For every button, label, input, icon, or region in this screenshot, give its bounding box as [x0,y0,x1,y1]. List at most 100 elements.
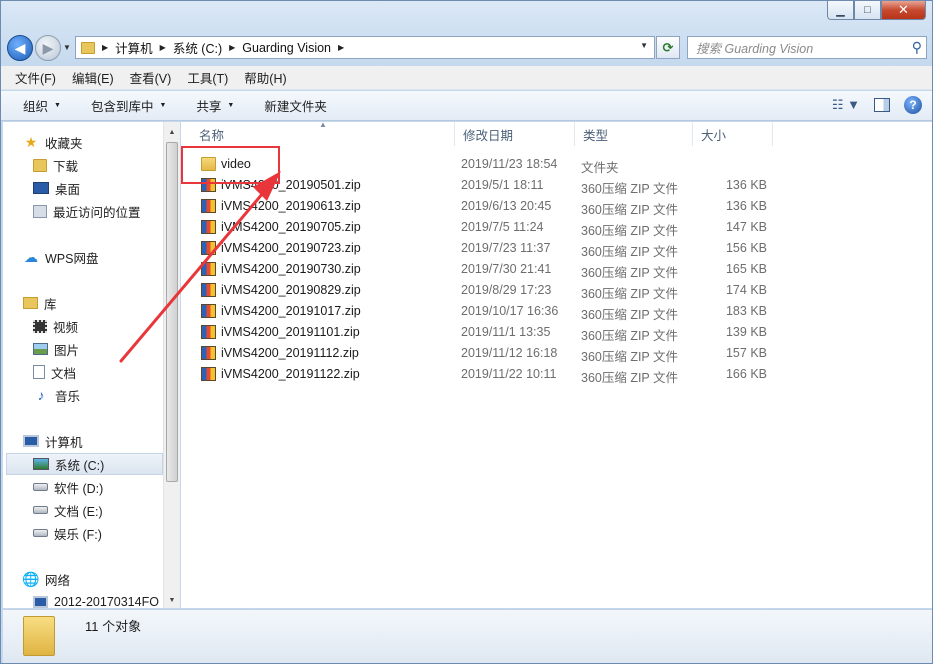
nav-network[interactable]: 🌐 网络 [22,568,71,590]
breadcrumb-chevron-icon[interactable]: ▶ [102,43,108,52]
file-date: 2019/6/13 20:45 [461,199,552,213]
breadcrumb-drive-c[interactable]: 系统 (C:) [173,38,222,57]
breadcrumb: ▶ 计算机 ▶ 系统 (C:) ▶ Guarding Vision ▶ [95,38,351,57]
music-note-icon: ♪ [37,387,45,403]
nav-pictures[interactable]: 图片 [33,338,79,360]
file-type: 360压缩 ZIP 文件 [581,245,679,259]
file-row[interactable]: iVMS4200_20190613.zip 2019/6/13 20:45 360压… [181,196,781,217]
nav-drive-c-label: 系统 (C:) [55,458,105,473]
organize-button[interactable]: 组织 ▼ [23,96,61,115]
navigation-row: ◀ ▶ ▼ ▶ 计算机 ▶ 系统 (C:) ▶ Guarding Vision … [1,31,932,65]
annotation-highlight-box [181,146,280,184]
menu-bar: 文件(F) 编辑(E) 查看(V) 工具(T) 帮助(H) [1,66,932,90]
file-date: 2019/10/17 16:36 [461,304,559,318]
cloud-icon: ☁ [24,248,38,265]
nav-favorites[interactable]: ★ 收藏夹 [23,131,83,153]
file-row[interactable]: iVMS4200_20191017.zip 2019/10/17 16:36 360… [181,301,781,322]
menu-help[interactable]: 帮助(H) [236,68,294,87]
nav-wps-drive[interactable]: ☁ WPS网盘 [23,246,98,268]
nav-downloads-label: 下载 [53,159,79,174]
nav-recent[interactable]: 最近访问的位置 [33,200,141,222]
file-row[interactable]: iVMS4200_20190730.zip 2019/7/30 21:41 360压… [181,259,781,280]
scroll-down-icon[interactable]: ▼ [164,592,180,608]
breadcrumb-chevron-icon[interactable]: ▶ [338,43,344,52]
nav-libraries[interactable]: 库 [23,292,57,314]
nav-videos[interactable]: 视频 [33,315,78,337]
file-row[interactable]: iVMS4200_20190705.zip 2019/7/5 11:24 360压缩… [181,217,781,238]
breadcrumb-chevron-icon[interactable]: ▶ [160,43,166,52]
file-name: iVMS4200_20191122.zip [221,367,360,381]
nav-documents[interactable]: 文档 [33,361,76,383]
menu-file[interactable]: 文件(F) [7,68,64,87]
nav-music[interactable]: ♪ 音乐 [33,384,81,406]
search-icon[interactable]: ⚲ [912,39,922,56]
file-size: 139 KB [725,325,767,339]
file-type: 360压缩 ZIP 文件 [581,350,679,364]
file-name: iVMS4200_20190730.zip [221,262,361,276]
menu-view[interactable]: 查看(V) [122,68,180,87]
share-button[interactable]: 共享 ▼ [196,96,234,115]
file-list: ▲ 名称 修改日期 类型 大小 video 2019/11/23 18:54 文件夹… [181,120,932,608]
back-button[interactable]: ◀ [7,35,33,61]
file-row[interactable]: iVMS4200_20190723.zip 2019/7/23 11:37 360压… [181,238,781,259]
breadcrumb-computer[interactable]: 计算机 [115,38,153,57]
desktop-icon [33,182,49,194]
file-type: 360压缩 ZIP 文件 [581,371,679,385]
file-size: 157 KB [725,346,767,360]
column-header-size[interactable]: 大小 [693,122,773,146]
preview-pane-icon[interactable] [874,98,890,112]
search-placeholder: 搜索 Guarding Vision [696,42,814,56]
address-dropdown-icon[interactable]: ▼ [640,41,648,50]
recent-pages-dropdown[interactable]: ▼ [63,43,71,52]
nav-drive-e[interactable]: 文档 (E:) [33,499,103,521]
status-bar: 11 个对象 [3,609,932,663]
file-row[interactable]: iVMS4200_20191122.zip 2019/11/22 10:11 360… [181,364,781,385]
include-in-library-button[interactable]: 包含到库中 ▼ [91,96,166,115]
file-row[interactable]: iVMS4200_20191101.zip 2019/11/1 13:35 360压… [181,322,781,343]
film-icon [33,319,47,333]
nav-favorites-label: 收藏夹 [45,136,83,151]
nav-drive-d[interactable]: 软件 (D:) [33,476,103,498]
minimize-button[interactable]: ▁ [827,1,854,20]
search-input[interactable]: 搜索 Guarding Vision ⚲ [687,36,927,59]
computer-icon [33,596,48,608]
nav-computer[interactable]: 计算机 [23,430,83,452]
menu-edit[interactable]: 编辑(E) [64,68,122,87]
file-name: iVMS4200_20191101.zip [221,325,360,339]
breadcrumb-guarding-vision[interactable]: Guarding Vision [242,41,331,55]
file-size: 136 KB [725,199,767,213]
breadcrumb-chevron-icon[interactable]: ▶ [229,43,235,52]
scroll-thumb[interactable] [166,142,178,482]
nav-network-host[interactable]: 2012-20170314FO [33,591,159,608]
column-header-type[interactable]: 类型 [575,122,693,146]
refresh-button[interactable]: ⟳ [656,36,680,59]
column-header-date[interactable]: 修改日期 [455,122,575,146]
help-icon[interactable]: ? [904,96,922,114]
nav-network-label: 网络 [45,573,71,588]
new-folder-button[interactable]: 新建文件夹 [264,96,327,115]
column-header-name[interactable]: 名称 [191,122,455,146]
file-row[interactable]: iVMS4200_20190829.zip 2019/8/29 17:23 360压… [181,280,781,301]
address-bar[interactable]: ▶ 计算机 ▶ 系统 (C:) ▶ Guarding Vision ▶ ▼ [75,36,655,59]
file-size: 183 KB [725,304,767,318]
close-button[interactable]: ✕ [881,1,926,20]
file-date: 2019/11/23 18:54 [461,157,558,171]
file-date: 2019/7/5 11:24 [461,220,544,234]
zip-archive-icon [201,199,216,213]
nav-drive-f[interactable]: 娱乐 (F:) [33,522,102,544]
zip-archive-icon [201,325,216,339]
nav-drive-c[interactable]: 系统 (C:) [6,453,163,475]
scroll-up-icon[interactable]: ▲ [164,124,180,140]
chevron-down-icon: ▼ [54,102,61,109]
view-options-icon[interactable]: ☷ ▼ [832,97,860,113]
navpane-scrollbar[interactable]: ▲ ▼ [163,122,180,608]
menu-tools[interactable]: 工具(T) [179,68,236,87]
forward-button[interactable]: ▶ [35,35,61,61]
file-row[interactable]: iVMS4200_20191112.zip 2019/11/12 16:18 360… [181,343,781,364]
maximize-button[interactable]: □ [854,1,881,20]
file-size: 136 KB [725,178,767,192]
file-name: iVMS4200_20190705.zip [221,220,361,234]
nav-downloads[interactable]: 下载 [33,154,78,176]
nav-desktop[interactable]: 桌面 [33,177,80,199]
nav-videos-label: 视频 [53,320,79,335]
